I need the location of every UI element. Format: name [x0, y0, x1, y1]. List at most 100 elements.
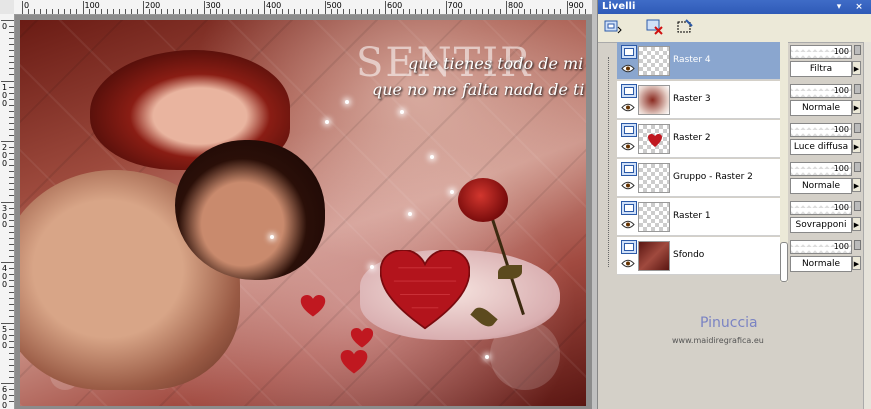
ruler-tick	[9, 116, 14, 118]
raster-layer-icon	[621, 201, 637, 215]
ruler-tick	[499, 9, 501, 14]
ruler-tick	[9, 225, 14, 227]
ruler-tick	[542, 9, 544, 14]
palette-title-bar[interactable]: Livelli ▾ ×	[598, 0, 871, 14]
opacity-slider[interactable]: 100	[790, 45, 852, 59]
new-layer-icon	[604, 20, 622, 34]
visibility-eye-icon[interactable]	[621, 259, 635, 268]
opacity-slider[interactable]: 100	[790, 123, 852, 137]
ruler-tick	[9, 56, 14, 58]
ruler-tick	[572, 9, 574, 14]
blend-mode-select[interactable]: Luce diffusa	[790, 139, 852, 155]
sparkle	[485, 355, 489, 359]
ruler-tick	[9, 255, 14, 257]
opacity-slider[interactable]: 100	[790, 162, 852, 176]
blend-mode-select[interactable]: Normale	[790, 100, 852, 116]
lock-icon[interactable]	[854, 201, 861, 211]
scrollbar-thumb[interactable]	[780, 242, 788, 282]
pin-icon[interactable]: ▾	[834, 2, 844, 12]
ruler-tick	[167, 9, 169, 14]
opacity-slider[interactable]: 100	[790, 240, 852, 254]
ruler-tick	[9, 292, 14, 294]
blend-mode-select[interactable]: Filtra	[790, 61, 852, 77]
ruler-tick	[88, 9, 90, 14]
delete-layer-button[interactable]	[644, 17, 666, 37]
layer-row[interactable]: Raster 4	[617, 42, 783, 80]
blend-mode-select[interactable]: Normale	[790, 178, 852, 194]
ruler-label: 600	[387, 1, 403, 10]
ruler-tick	[493, 9, 495, 14]
visibility-eye-icon[interactable]	[621, 142, 635, 151]
ruler-label: 600	[2, 385, 8, 409]
chevron-right-icon[interactable]: ▶	[852, 100, 861, 114]
layer-row[interactable]: Raster 1	[617, 198, 783, 236]
ruler-tick	[9, 86, 14, 88]
layer-row[interactable]: Gruppo - Raster 2	[617, 159, 783, 197]
layer-props-row: 100 Normale ▶	[788, 237, 862, 276]
opacity-value: 100	[833, 47, 849, 56]
ruler-tick	[209, 9, 211, 14]
ruler-tick	[439, 9, 441, 14]
layer-name: Raster 2	[673, 133, 711, 143]
ruler-tick	[312, 9, 314, 14]
ruler-tick	[9, 237, 14, 239]
ruler-tick	[348, 9, 350, 14]
opacity-slider[interactable]: 100	[790, 84, 852, 98]
opacity-slider[interactable]: 100	[790, 201, 852, 215]
ruler-tick	[46, 9, 48, 14]
ruler-label: 500	[2, 324, 8, 350]
ruler-tick	[536, 9, 538, 14]
layer-row[interactable]: Raster 3	[617, 81, 783, 119]
mask-layer-button[interactable]	[674, 17, 696, 37]
ruler-tick	[9, 44, 14, 46]
lock-icon[interactable]	[854, 123, 861, 133]
chevron-right-icon[interactable]: ▶	[852, 139, 861, 153]
chevron-right-icon[interactable]: ▶	[852, 217, 861, 231]
visibility-eye-icon[interactable]	[621, 220, 635, 229]
ruler-tick	[397, 9, 399, 14]
ruler-tick	[330, 9, 332, 14]
ruler-label: 400	[2, 264, 8, 289]
palette-scroll-strip[interactable]	[863, 42, 871, 409]
layer-row[interactable]: Sfondo	[617, 237, 783, 275]
visibility-eye-icon[interactable]	[621, 181, 635, 190]
ruler-tick	[9, 304, 14, 306]
ruler-tick	[372, 9, 374, 14]
lock-icon[interactable]	[854, 240, 861, 250]
lock-icon[interactable]	[854, 84, 861, 94]
layers-scrollbar[interactable]	[780, 42, 788, 282]
ruler-tick	[294, 9, 296, 14]
selection-icon	[677, 19, 693, 33]
ruler-label: 400	[266, 1, 282, 10]
chevron-right-icon[interactable]: ▶	[852, 178, 861, 192]
chevron-right-icon[interactable]: ▶	[852, 61, 861, 75]
blend-mode-select[interactable]: Normale	[790, 256, 852, 272]
blend-mode-select[interactable]: Sovrapponi	[790, 217, 852, 233]
ruler-tick	[9, 189, 14, 191]
chevron-right-icon[interactable]: ▶	[852, 256, 861, 270]
sparkle	[270, 235, 274, 239]
raster-layer-icon	[621, 123, 637, 137]
opacity-value: 100	[833, 203, 849, 212]
ruler-tick	[475, 9, 477, 14]
canvas-area[interactable]: 0 100 200 300 400 500 600 700 800 900 0 100 200 300 4…	[0, 0, 592, 409]
layer-row[interactable]: Raster 2	[617, 120, 783, 158]
visibility-eye-icon[interactable]	[621, 103, 635, 112]
ruler-tick	[9, 334, 14, 336]
sparkle	[325, 120, 329, 124]
lock-icon[interactable]	[854, 45, 861, 55]
artwork-canvas[interactable]: SENTIR que tienes todo de mi que no me f…	[20, 20, 586, 406]
ruler-tick	[451, 9, 453, 14]
ruler-tick	[524, 9, 526, 14]
heart-thumb-icon	[648, 134, 662, 147]
ruler-tick	[9, 346, 14, 348]
ruler-label: 200	[2, 143, 8, 168]
watermark-url: www.maidiregrafica.eu	[672, 336, 764, 345]
ruler-tick	[1, 201, 14, 203]
visibility-eye-icon[interactable]	[621, 64, 635, 73]
ruler-tick	[106, 9, 108, 14]
close-icon[interactable]: ×	[854, 2, 864, 12]
new-layer-button[interactable]	[602, 17, 624, 37]
ruler-tick	[9, 159, 14, 161]
lock-icon[interactable]	[854, 162, 861, 172]
